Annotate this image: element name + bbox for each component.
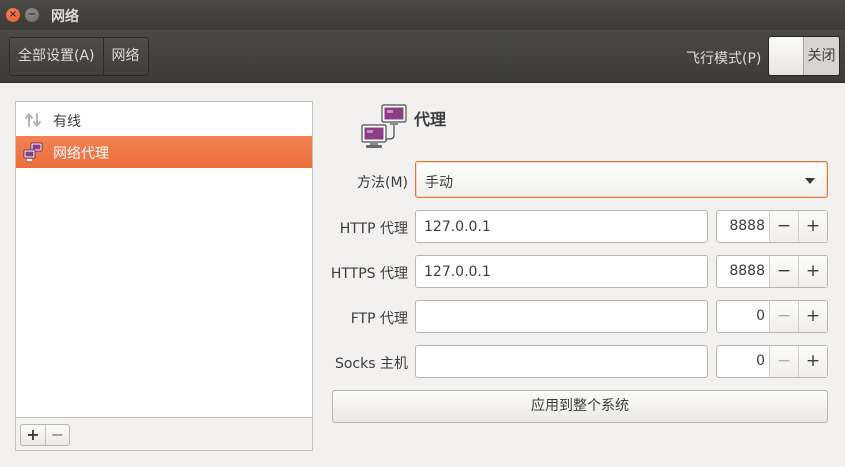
title-bar: × − 网络 [0,0,845,30]
list-item-label: 网络代理 [53,146,109,162]
ftp-proxy-host-input[interactable] [415,300,708,333]
proxy-header-icon [361,104,407,148]
port-value[interactable]: 0 [717,346,769,377]
host-value: 127.0.0.1 [424,219,491,235]
host-value: 127.0.0.1 [424,264,491,280]
method-label: 方法(M) [356,175,408,191]
port-value[interactable]: 8888 [717,256,769,287]
airplane-mode-label: 飞行模式(P) [686,51,762,67]
decrement-button[interactable]: − [769,256,798,287]
socks-host-input[interactable] [415,345,708,378]
breadcrumb-all-settings[interactable]: 全部设置(A) [10,38,103,75]
apply-system-wide-button[interactable]: 应用到整个系统 [332,390,828,423]
close-icon: × [8,9,18,20]
socks-port-stepper[interactable]: 0 − + [716,345,828,378]
increment-button[interactable]: + [798,256,827,287]
http-proxy-label: HTTP 代理 [339,221,408,237]
header-bar: 全部设置(A) 网络 飞行模式(P) [0,30,845,83]
decrement-button[interactable]: − [769,211,798,242]
add-remove-group: + − [20,424,70,446]
list-item-wired[interactable]: 有线 [16,104,312,136]
port-value[interactable]: 8888 [717,211,769,242]
list-item-label: 有线 [53,114,81,130]
list-item-network-proxy[interactable]: 网络代理 [16,136,312,168]
ftp-proxy-label: FTP 代理 [350,311,408,327]
http-proxy-port-stepper[interactable]: 8888 − + [716,210,828,243]
https-proxy-port-stepper[interactable]: 8888 − + [716,255,828,288]
close-window-button[interactable]: × [6,8,20,22]
method-value: 手动 [425,175,453,191]
method-dropdown[interactable]: 手动 [415,161,828,198]
breadcrumb-network[interactable]: 网络 [102,38,148,75]
add-device-button[interactable]: + [21,425,45,445]
increment-button[interactable]: + [798,301,827,332]
switch-knob[interactable] [769,37,804,75]
minimize-icon: − [27,9,37,20]
remove-device-button[interactable]: − [45,425,69,445]
window-title: 网络 [51,9,79,25]
decrement-button[interactable]: − [769,301,798,332]
ftp-proxy-port-stepper[interactable]: 0 − + [716,300,828,333]
minimize-window-button[interactable]: − [25,8,39,22]
https-proxy-host-input[interactable]: 127.0.0.1 [415,255,708,288]
list-toolbar: + − [16,417,312,450]
proxy-title: 代理 [414,110,447,129]
port-value[interactable]: 0 [717,301,769,332]
increment-button[interactable]: + [798,211,827,242]
https-proxy-label: HTTPS 代理 [330,266,408,282]
http-proxy-host-input[interactable]: 127.0.0.1 [415,210,708,243]
wired-network-icon [25,113,41,127]
airplane-mode-switch[interactable]: 关闭 [768,36,840,76]
decrement-button[interactable]: − [769,346,798,377]
socks-host-label: Socks 主机 [334,356,408,372]
increment-button[interactable]: + [798,346,827,377]
breadcrumb: 全部设置(A) 网络 [9,37,149,76]
chevron-down-icon [805,178,815,184]
switch-state-label: 关闭 [807,48,836,64]
network-proxy-icon [23,142,43,161]
